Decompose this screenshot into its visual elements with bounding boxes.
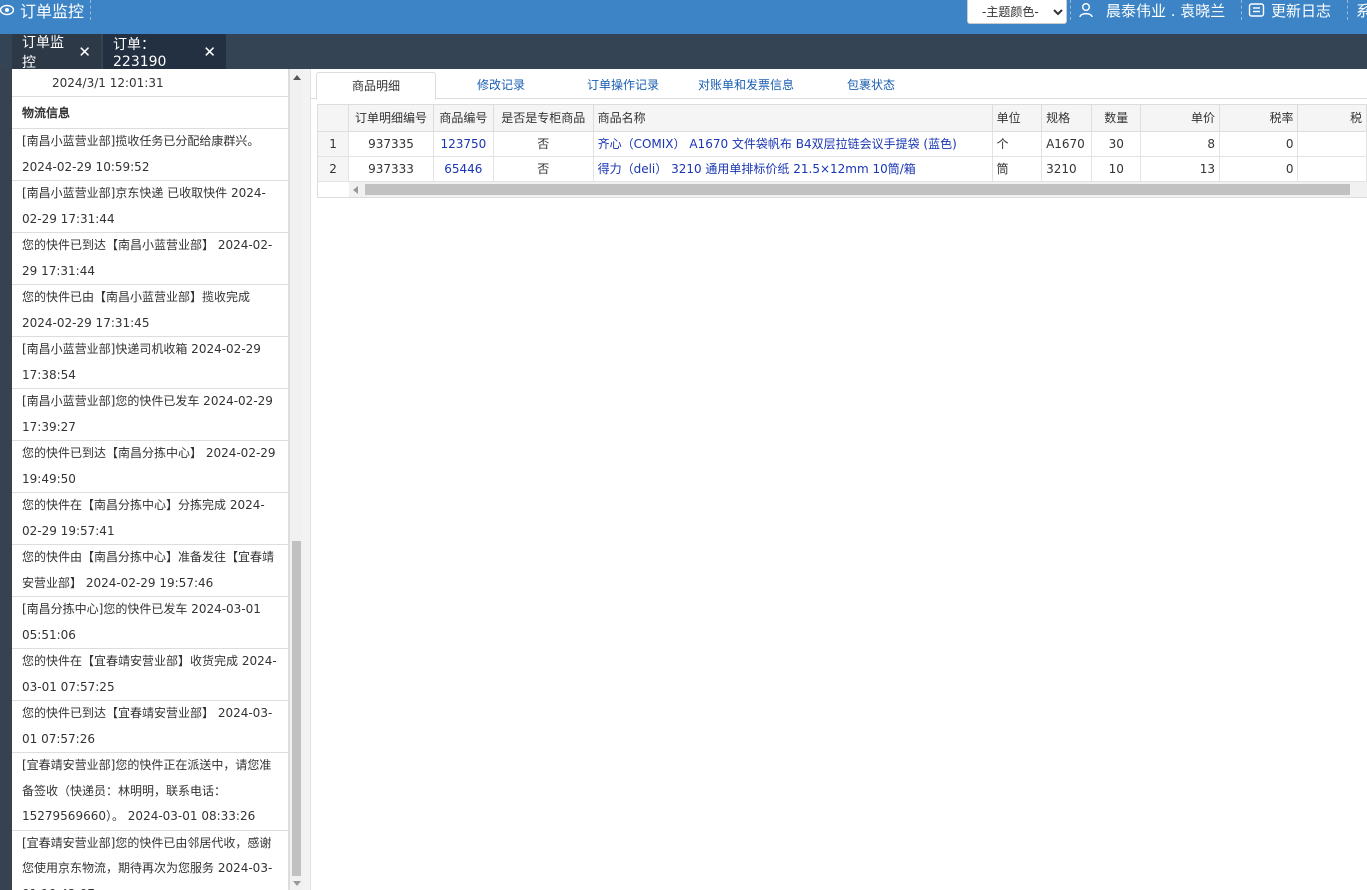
tax-cell: 0	[1219, 131, 1299, 157]
divider	[1241, 0, 1242, 20]
table-header: 订单明细编号 商品编号 是否是专柜商品 商品名称 单位 规格 数量 单价 税率 …	[318, 105, 1367, 132]
logistics-item: [南昌小蓝营业部]您的快件已发车 2024-02-29 17:39:27	[12, 389, 288, 441]
close-icon[interactable]: ✕	[203, 43, 216, 61]
panel-splitter[interactable]	[303, 69, 311, 890]
table-row[interactable]: 2 937333 65446 否 得力（deli） 3210 通用单排标价纸 2…	[318, 156, 1367, 182]
tab-label: 订单：223190	[113, 36, 167, 70]
logistics-item: 您的快件在【南昌分拣中心】分拣完成 2024-02-29 19:57:41	[12, 493, 288, 545]
scroll-up-icon[interactable]	[293, 75, 301, 80]
logistics-item: 您的快件已由【南昌小蓝营业部】揽收完成 2024-02-29 17:31:45	[12, 285, 288, 337]
system-menu-partial[interactable]: 系	[1356, 0, 1367, 20]
product-name-link[interactable]: 齐心（COMIX） A1670 文件袋帆布 B4双层拉链会议手提袋 (蓝色)	[593, 131, 993, 157]
changelog-link[interactable]: 更新日志	[1248, 0, 1331, 20]
qty-cell: 30	[1091, 131, 1142, 157]
product-id-link[interactable]: 65446	[433, 156, 494, 182]
col-header[interactable]: 商品编号	[433, 105, 494, 132]
rownum-header	[318, 105, 350, 132]
col-header[interactable]: 规格	[1041, 105, 1092, 132]
scroll-down-icon[interactable]	[293, 881, 301, 886]
logistics-item: [宜春靖安营业部]您的快件正在派送中，请您准备签收（快递员：林明明，联系电话：1…	[12, 753, 288, 831]
empty-cell	[1297, 156, 1367, 182]
price-cell: 13	[1140, 156, 1220, 182]
user-menu[interactable]: 晨泰伟业 . 袁晓兰	[1078, 0, 1225, 20]
horizontal-scrollbar[interactable]	[349, 182, 1367, 197]
scroll-thumb[interactable]	[365, 184, 1350, 195]
row-number: 1	[318, 131, 350, 157]
logistics-item: [宜春靖安营业部]您的快件已由邻居代收，感谢您使用京东物流，期待再次为您服务 2…	[12, 831, 288, 890]
system-menu-label: 系	[1356, 1, 1367, 20]
divider	[1347, 0, 1348, 20]
row-number: 2	[318, 156, 350, 182]
app-title: 订单监控	[20, 2, 85, 21]
theme-color-select[interactable]: -主题颜色-	[967, 0, 1067, 24]
close-icon[interactable]: ✕	[78, 43, 91, 61]
col-header[interactable]: 订单明细编号	[348, 105, 434, 132]
logistics-item: [南昌小蓝营业部]快递司机收箱 2024-02-29 17:38:54	[12, 337, 288, 389]
spec-cell: A1670	[1041, 131, 1092, 157]
page-tab-strip: 订单监控 ✕ 订单：223190 ✕	[0, 34, 1367, 71]
logistics-item: 您的快件已到达【南昌分拣中心】 2024-02-29 19:49:50	[12, 441, 288, 493]
left-sidebar-strip	[0, 69, 12, 890]
col-header[interactable]: 商品名称	[593, 105, 993, 132]
col-header[interactable]: 单价	[1140, 105, 1220, 132]
detail-id-cell: 937333	[348, 156, 434, 182]
detail-tabs: 商品明细 修改记录 订单操作记录 对账单和发票信息 包裹状态	[311, 69, 1367, 100]
counter-cell: 否	[493, 156, 594, 182]
tab-modify-log[interactable]: 修改记录	[451, 72, 551, 100]
logistics-item: 您的快件由【南昌分拣中心】准备发往【宜春靖安营业部】 2024-02-29 19…	[12, 545, 288, 597]
eye-icon	[0, 3, 15, 17]
product-table: 订单明细编号 商品编号 是否是专柜商品 商品名称 单位 规格 数量 单价 税率 …	[318, 105, 1367, 182]
col-header[interactable]: 是否是专柜商品	[493, 105, 594, 132]
logistics-heading: 物流信息	[12, 97, 288, 129]
tab-label: 订单监控	[22, 34, 64, 71]
unit-cell: 个	[992, 131, 1043, 157]
tab-package-status[interactable]: 包裹状态	[831, 72, 911, 100]
unit-cell: 筒	[992, 156, 1043, 182]
top-bar: 订单监控 -主题颜色- 晨泰伟业 . 袁晓兰 更新日志 系	[0, 0, 1367, 34]
divider	[1070, 0, 1071, 20]
product-id-link[interactable]: 123750	[433, 131, 494, 157]
scroll-thumb[interactable]	[292, 541, 301, 876]
tab-order-monitor[interactable]: 订单监控 ✕	[12, 34, 101, 71]
logistics-item: [南昌小蓝营业部]京东快递 已收取快件 2024-02-29 17:31:44	[12, 181, 288, 233]
detail-id-cell: 937335	[348, 131, 434, 157]
col-header[interactable]: 数量	[1091, 105, 1142, 132]
tab-product-detail[interactable]: 商品明细	[316, 72, 436, 100]
price-cell: 8	[1140, 131, 1220, 157]
spec-cell: 3210	[1041, 156, 1092, 182]
table-row[interactable]: 1 937335 123750 否 齐心（COMIX） A1670 文件袋帆布 …	[318, 131, 1367, 157]
logistics-item: [南昌分拣中心]您的快件已发车 2024-03-01 05:51:06	[12, 597, 288, 649]
user-name: 晨泰伟业 . 袁晓兰	[1106, 1, 1226, 20]
col-header[interactable]: 税	[1297, 105, 1367, 132]
scroll-left-icon[interactable]	[353, 186, 358, 194]
logistics-panel: 2024/3/1 12:01:31 物流信息 [南昌小蓝营业部]揽收任务已分配给…	[12, 69, 289, 890]
logistics-item: 您的快件已到达【宜春靖安营业部】 2024-03-01 07:57:26	[12, 701, 288, 753]
col-header[interactable]: 税率	[1219, 105, 1299, 132]
tax-cell: 0	[1219, 156, 1299, 182]
col-header[interactable]: 单位	[992, 105, 1043, 132]
logistics-list: [南昌小蓝营业部]揽收任务已分配给康群兴。2024-02-29 10:59:52…	[12, 129, 288, 890]
user-icon	[1079, 3, 1093, 18]
tab-statement-invoice[interactable]: 对账单和发票信息	[691, 72, 801, 100]
counter-cell: 否	[493, 131, 594, 157]
order-time: 2024/3/1 12:01:31	[12, 69, 288, 97]
logistics-item: 您的快件已到达【南昌小蓝营业部】 2024-02-29 17:31:44	[12, 233, 288, 285]
logistics-item: 您的快件在【宜春靖安营业部】收货完成 2024-03-01 07:57:25	[12, 649, 288, 701]
product-name-link[interactable]: 得力（deli） 3210 通用单排标价纸 21.5×12mm 10筒/箱	[593, 156, 993, 182]
qty-cell: 10	[1091, 156, 1142, 182]
vertical-scrollbar[interactable]	[289, 69, 303, 890]
tab-order-detail[interactable]: 订单：223190 ✕	[103, 34, 226, 70]
tab-operation-log[interactable]: 订单操作记录	[573, 72, 673, 100]
changelog-icon	[1248, 3, 1265, 17]
app-brand[interactable]: 订单监控	[0, 0, 92, 21]
logistics-item: [南昌小蓝营业部]揽收任务已分配给康群兴。2024-02-29 10:59:52	[12, 129, 288, 181]
changelog-label: 更新日志	[1271, 1, 1332, 20]
empty-cell	[1297, 131, 1367, 157]
